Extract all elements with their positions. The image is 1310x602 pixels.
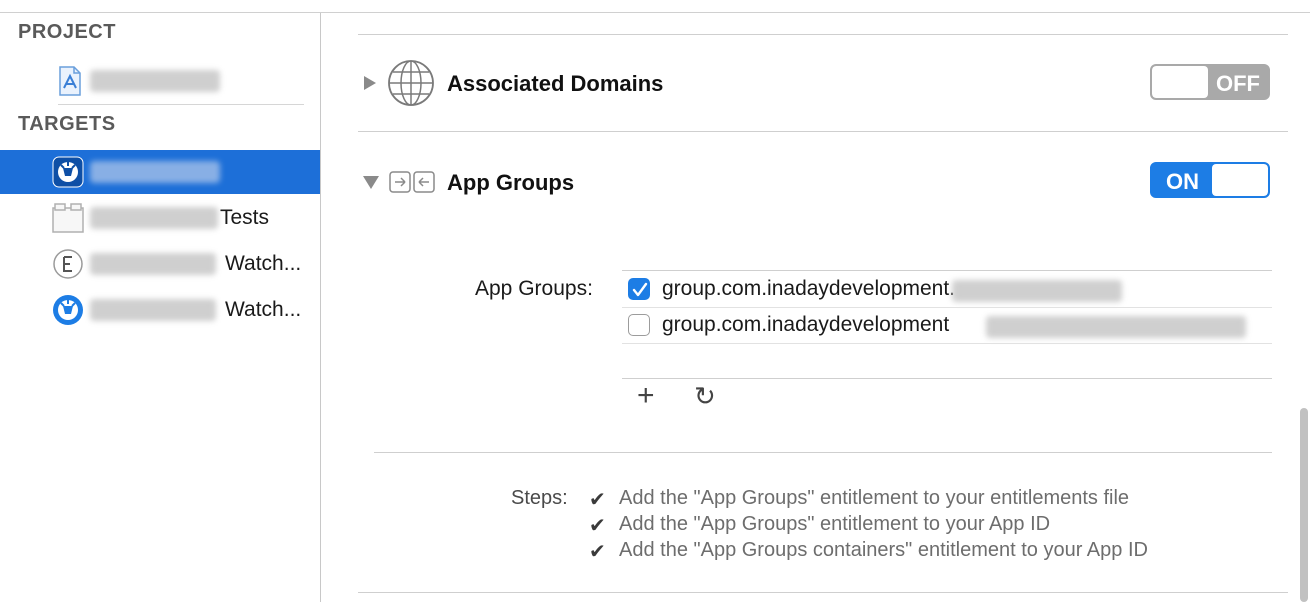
row-divider	[622, 343, 1272, 344]
project-file-icon	[59, 66, 81, 96]
group-identifier: group.com.inadaydevelopment.	[662, 277, 956, 300]
step-item: Add the "App Groups" entitlement to your…	[619, 513, 1051, 535]
project-navigator-sidebar: PROJECT TARGETS Tests Watch... Watch...	[0, 13, 320, 602]
list-item[interactable]: group.com.inadaydevelopment	[622, 308, 1272, 344]
disclosure-triangle-collapsed-icon[interactable]	[362, 75, 378, 91]
steps-label: Steps:	[511, 487, 568, 509]
refresh-groups-button[interactable]: ↻	[694, 381, 716, 411]
disclosure-triangle-expanded-icon[interactable]	[362, 174, 380, 190]
redacted-target-name	[90, 207, 218, 229]
capability-title: App Groups	[447, 170, 575, 195]
redacted-project-name	[90, 70, 220, 92]
watch-app-icon	[53, 295, 83, 325]
group-checkbox[interactable]	[628, 314, 650, 336]
redacted-group-suffix	[952, 280, 1122, 302]
add-group-button[interactable]: +	[637, 380, 655, 412]
sidebar-item-target-app[interactable]	[0, 150, 320, 194]
sidebar-item-target-watch-app[interactable]: Watch...	[0, 288, 320, 332]
project-section-header: PROJECT	[18, 21, 116, 43]
test-bundle-icon	[52, 203, 84, 233]
sidebar-divider	[320, 13, 321, 602]
list-top-border	[622, 270, 1272, 271]
redacted-target-name	[90, 299, 216, 321]
targets-section-header: TARGETS	[18, 113, 116, 135]
app-groups-field-label: App Groups:	[475, 277, 593, 300]
toggle-state-label: ON	[1166, 169, 1199, 194]
list-item[interactable]: group.com.inadaydevelopment.	[622, 272, 1272, 308]
app-groups-toggle[interactable]: ON	[1150, 162, 1270, 198]
step-item: Add the "App Groups containers" entitlem…	[619, 539, 1148, 561]
step-item: Add the "App Groups" entitlement to your…	[619, 487, 1130, 509]
redacted-target-name	[90, 253, 216, 275]
target-name-suffix: Watch...	[225, 298, 302, 321]
target-name-suffix: Watch...	[225, 252, 302, 275]
list-bottom-border	[622, 378, 1272, 379]
redacted-target-name	[90, 161, 220, 183]
extension-icon	[53, 249, 83, 279]
toggle-state-label: OFF	[1216, 71, 1260, 96]
redacted-group-suffix	[986, 316, 1246, 338]
steps-divider	[374, 452, 1272, 453]
section-divider	[358, 592, 1288, 593]
associated-domains-toggle[interactable]: OFF	[1150, 64, 1270, 100]
section-divider	[358, 34, 1288, 35]
toggle-knob	[1212, 164, 1268, 196]
sidebar-item-target-tests[interactable]: Tests	[0, 196, 320, 240]
step-checkmark-icon: ✔	[589, 515, 606, 537]
step-checkmark-icon: ✔	[589, 489, 606, 511]
globe-icon	[388, 60, 434, 106]
group-checkbox[interactable]	[628, 278, 650, 300]
sidebar-item-target-watch-extension[interactable]: Watch...	[0, 242, 320, 286]
section-divider	[358, 131, 1288, 132]
step-checkmark-icon: ✔	[589, 541, 606, 563]
vertical-scrollbar[interactable]	[1300, 408, 1308, 602]
sidebar-item-project[interactable]	[0, 59, 320, 103]
checkmark-icon	[632, 282, 648, 297]
app-target-icon	[52, 156, 84, 188]
sidebar-separator	[58, 104, 304, 105]
capability-title: Associated Domains	[447, 71, 664, 96]
toggle-knob	[1152, 66, 1208, 98]
target-name-suffix: Tests	[220, 206, 270, 229]
group-identifier: group.com.inadaydevelopment	[662, 313, 950, 336]
app-groups-icon	[389, 171, 435, 193]
